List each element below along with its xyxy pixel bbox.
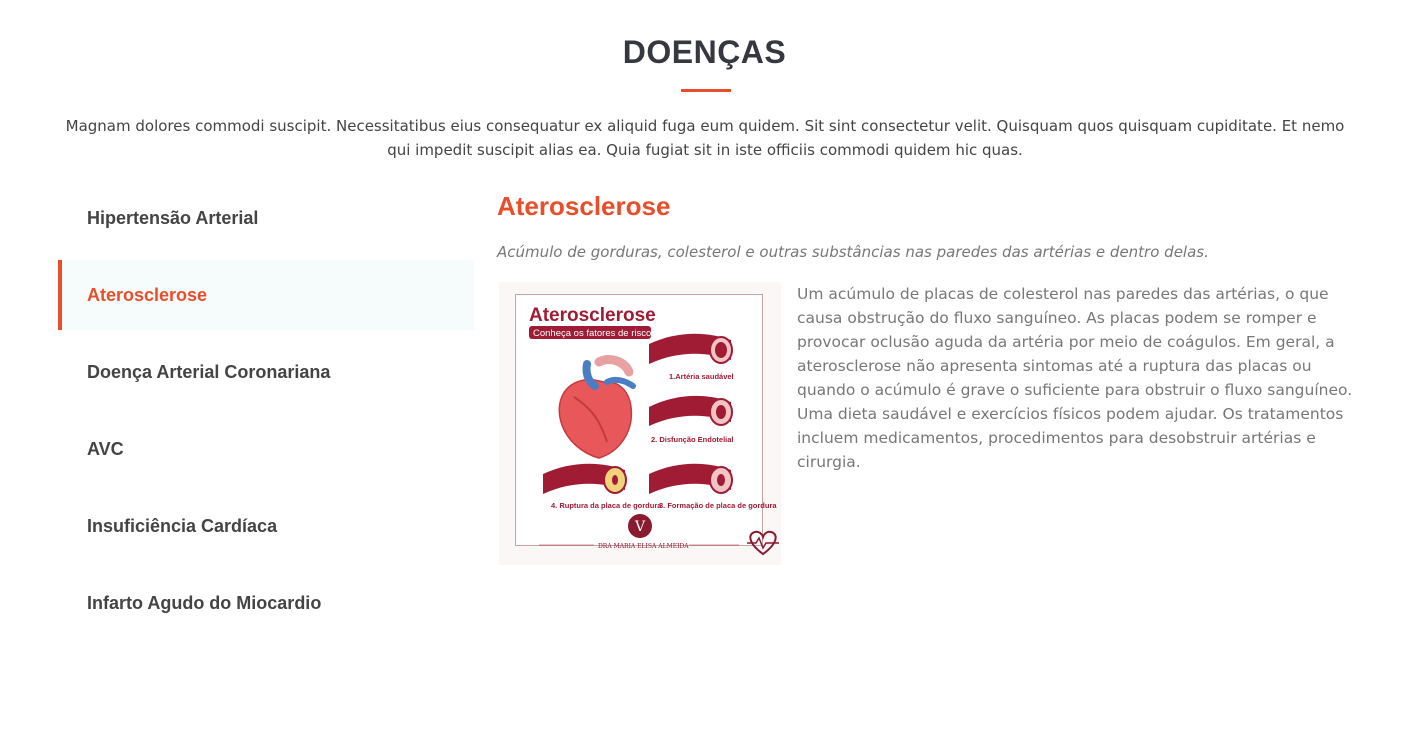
artery-stage-3: 3. Formação de placa de gordura <box>649 463 777 510</box>
section-intro: Magnam dolores commodi suscipit. Necessi… <box>65 117 1345 159</box>
infographic-svg: Aterosclerose Conheça os fatores de risc… <box>529 305 779 556</box>
tab-label: Insuficiência Cardíaca <box>87 515 278 536</box>
artery-stage-2: 2. Disfunção Endotelial <box>649 395 734 444</box>
content-lead: Acúmulo de gorduras, colesterol e outras… <box>497 243 1209 261</box>
tab-label: Doença Arterial Coronariana <box>87 361 331 382</box>
title-underline <box>681 89 731 92</box>
tab-content-panel: Aterosclerose Acúmulo de gorduras, coles… <box>497 186 1357 565</box>
disease-tab-list: Hipertensão Arterial Aterosclerose Doenç… <box>58 183 474 645</box>
infographic-image: Aterosclerose Conheça os fatores de risc… <box>499 282 781 565</box>
tab-doenca-arterial-coronariana[interactable]: Doença Arterial Coronariana <box>58 337 474 407</box>
doctor-logo: V <box>628 514 652 538</box>
tab-infarto-agudo-do-miocardio[interactable]: Infarto Agudo do Miocardio <box>58 568 474 638</box>
tab-label: Infarto Agudo do Miocardio <box>87 592 322 613</box>
tab-label: AVC <box>87 438 124 459</box>
doctor-signature: DRA MARIA ELISA ALMEIDA <box>598 543 689 550</box>
tab-aterosclerose[interactable]: Aterosclerose <box>58 260 474 330</box>
tab-label: Hipertensão Arterial <box>87 207 259 228</box>
heart-illustration-icon <box>558 355 636 459</box>
artery-stage-1: 1.Artéria saudável <box>649 333 734 381</box>
tab-hipertensao-arterial[interactable]: Hipertensão Arterial <box>58 183 474 253</box>
heartbeat-icon <box>747 530 779 556</box>
section-title: DOENÇAS <box>622 34 787 70</box>
content-body-text: Um acúmulo de placas de colesterol nas p… <box>797 285 1353 471</box>
stage-1-label: 1.Artéria saudável <box>669 372 734 381</box>
tab-avc[interactable]: AVC <box>58 414 474 484</box>
logo-letter: V <box>634 519 646 535</box>
content-title: Aterosclerose <box>497 191 671 221</box>
stage-3-label: 3. Formação de placa de gordura <box>659 501 777 510</box>
tab-label: Aterosclerose <box>87 284 208 305</box>
artery-stage-4: 4. Ruptura da placa de gordura <box>543 463 662 510</box>
infographic-title: Aterosclerose <box>529 305 656 326</box>
tab-insuficiencia-cardiaca[interactable]: Insuficiência Cardíaca <box>58 491 474 561</box>
stage-2-label: 2. Disfunção Endotelial <box>651 435 734 444</box>
stage-4-label: 4. Ruptura da placa de gordura <box>551 501 662 510</box>
infographic-subtitle: Conheça os fatores de risco <box>533 328 651 339</box>
